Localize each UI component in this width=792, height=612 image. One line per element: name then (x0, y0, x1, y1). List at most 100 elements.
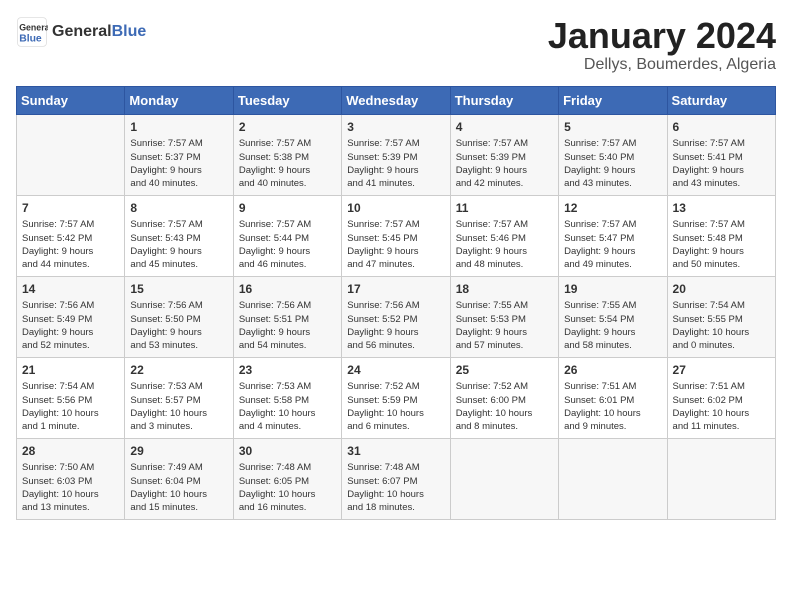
day-number: 14 (22, 281, 119, 298)
calendar-cell: 10Sunrise: 7:57 AMSunset: 5:45 PMDayligh… (342, 195, 450, 276)
day-number: 23 (239, 362, 336, 379)
cell-info: Sunset: 5:39 PM (456, 151, 553, 164)
cell-info: and 40 minutes. (239, 177, 336, 190)
cell-info: Sunrise: 7:57 AM (456, 218, 553, 231)
weekday-header-monday: Monday (125, 86, 233, 114)
calendar-cell: 19Sunrise: 7:55 AMSunset: 5:54 PMDayligh… (559, 276, 667, 357)
cell-info: Sunrise: 7:55 AM (564, 299, 661, 312)
cell-info: Sunset: 5:39 PM (347, 151, 444, 164)
cell-info: Sunset: 5:58 PM (239, 394, 336, 407)
cell-info: Sunrise: 7:51 AM (564, 380, 661, 393)
cell-info: Sunset: 5:44 PM (239, 232, 336, 245)
cell-info: Daylight: 10 hours (564, 407, 661, 420)
cell-info: Daylight: 9 hours (347, 164, 444, 177)
cell-info: Sunrise: 7:57 AM (456, 137, 553, 150)
cell-info: and 3 minutes. (130, 420, 227, 433)
calendar-cell: 5Sunrise: 7:57 AMSunset: 5:40 PMDaylight… (559, 114, 667, 195)
cell-info: Daylight: 9 hours (239, 326, 336, 339)
calendar-cell (559, 438, 667, 519)
calendar-cell: 17Sunrise: 7:56 AMSunset: 5:52 PMDayligh… (342, 276, 450, 357)
day-number: 22 (130, 362, 227, 379)
cell-info: Sunrise: 7:57 AM (673, 218, 770, 231)
cell-info: Sunrise: 7:51 AM (673, 380, 770, 393)
cell-info: and 9 minutes. (564, 420, 661, 433)
calendar-cell: 23Sunrise: 7:53 AMSunset: 5:58 PMDayligh… (233, 357, 341, 438)
cell-info: Daylight: 10 hours (673, 326, 770, 339)
calendar-table: SundayMondayTuesdayWednesdayThursdayFrid… (16, 86, 776, 520)
cell-info: Sunrise: 7:48 AM (347, 461, 444, 474)
cell-info: Sunrise: 7:54 AM (673, 299, 770, 312)
cell-info: Sunset: 5:48 PM (673, 232, 770, 245)
cell-info: and 58 minutes. (564, 339, 661, 352)
week-row-2: 7Sunrise: 7:57 AMSunset: 5:42 PMDaylight… (17, 195, 776, 276)
cell-info: and 0 minutes. (673, 339, 770, 352)
cell-info: Sunrise: 7:54 AM (22, 380, 119, 393)
weekday-header-saturday: Saturday (667, 86, 775, 114)
day-number: 5 (564, 119, 661, 136)
cell-info: Sunset: 5:37 PM (130, 151, 227, 164)
cell-info: and 4 minutes. (239, 420, 336, 433)
cell-info: and 13 minutes. (22, 501, 119, 514)
day-number: 13 (673, 200, 770, 217)
cell-info: Sunset: 5:43 PM (130, 232, 227, 245)
cell-info: Sunrise: 7:57 AM (347, 137, 444, 150)
cell-info: Daylight: 9 hours (22, 326, 119, 339)
calendar-cell: 29Sunrise: 7:49 AMSunset: 6:04 PMDayligh… (125, 438, 233, 519)
day-number: 30 (239, 443, 336, 460)
cell-info: and 18 minutes. (347, 501, 444, 514)
cell-info: Sunset: 6:05 PM (239, 475, 336, 488)
day-number: 19 (564, 281, 661, 298)
cell-info: Daylight: 9 hours (347, 245, 444, 258)
svg-text:Blue: Blue (19, 34, 42, 45)
cell-info: Daylight: 10 hours (347, 488, 444, 501)
cell-info: Sunrise: 7:57 AM (673, 137, 770, 150)
cell-info: Sunrise: 7:57 AM (22, 218, 119, 231)
title-block: January 2024 Dellys, Boumerdes, Algeria (548, 16, 776, 74)
cell-info: Daylight: 10 hours (239, 488, 336, 501)
cell-info: Sunset: 5:59 PM (347, 394, 444, 407)
cell-info: Daylight: 9 hours (239, 245, 336, 258)
day-number: 31 (347, 443, 444, 460)
day-number: 21 (22, 362, 119, 379)
cell-info: and 42 minutes. (456, 177, 553, 190)
calendar-cell: 16Sunrise: 7:56 AMSunset: 5:51 PMDayligh… (233, 276, 341, 357)
day-number: 10 (347, 200, 444, 217)
cell-info: Sunset: 5:40 PM (564, 151, 661, 164)
weekday-header-tuesday: Tuesday (233, 86, 341, 114)
calendar-cell: 2Sunrise: 7:57 AMSunset: 5:38 PMDaylight… (233, 114, 341, 195)
svg-text:General: General (19, 22, 48, 32)
cell-info: Sunrise: 7:50 AM (22, 461, 119, 474)
cell-info: Sunrise: 7:52 AM (456, 380, 553, 393)
day-number: 26 (564, 362, 661, 379)
cell-info: and 57 minutes. (456, 339, 553, 352)
day-number: 1 (130, 119, 227, 136)
cell-info: and 56 minutes. (347, 339, 444, 352)
weekday-header-wednesday: Wednesday (342, 86, 450, 114)
cell-info: Sunset: 5:41 PM (673, 151, 770, 164)
day-number: 18 (456, 281, 553, 298)
calendar-cell: 12Sunrise: 7:57 AMSunset: 5:47 PMDayligh… (559, 195, 667, 276)
calendar-cell: 20Sunrise: 7:54 AMSunset: 5:55 PMDayligh… (667, 276, 775, 357)
cell-info: Daylight: 9 hours (22, 245, 119, 258)
header: General Blue GeneralBlue January 2024 De… (16, 16, 776, 74)
calendar-cell (17, 114, 125, 195)
location-subtitle: Dellys, Boumerdes, Algeria (548, 56, 776, 74)
cell-info: and 16 minutes. (239, 501, 336, 514)
calendar-cell: 8Sunrise: 7:57 AMSunset: 5:43 PMDaylight… (125, 195, 233, 276)
day-number: 28 (22, 443, 119, 460)
week-row-3: 14Sunrise: 7:56 AMSunset: 5:49 PMDayligh… (17, 276, 776, 357)
cell-info: Sunrise: 7:57 AM (130, 218, 227, 231)
calendar-cell: 15Sunrise: 7:56 AMSunset: 5:50 PMDayligh… (125, 276, 233, 357)
cell-info: and 45 minutes. (130, 258, 227, 271)
calendar-cell: 18Sunrise: 7:55 AMSunset: 5:53 PMDayligh… (450, 276, 558, 357)
weekday-header-sunday: Sunday (17, 86, 125, 114)
calendar-cell: 31Sunrise: 7:48 AMSunset: 6:07 PMDayligh… (342, 438, 450, 519)
cell-info: and 43 minutes. (673, 177, 770, 190)
cell-info: and 11 minutes. (673, 420, 770, 433)
weekday-header-thursday: Thursday (450, 86, 558, 114)
cell-info: Sunrise: 7:57 AM (239, 137, 336, 150)
day-number: 6 (673, 119, 770, 136)
day-number: 8 (130, 200, 227, 217)
day-number: 12 (564, 200, 661, 217)
cell-info: Sunset: 6:07 PM (347, 475, 444, 488)
